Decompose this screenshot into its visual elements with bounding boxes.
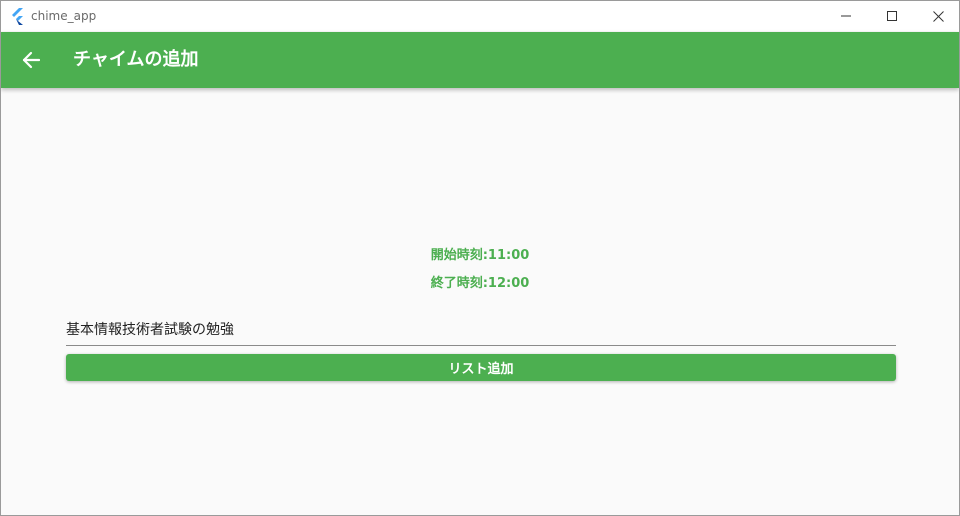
- maximize-button[interactable]: [869, 1, 915, 31]
- flutter-logo-icon: [12, 8, 23, 25]
- maximize-icon: [887, 11, 897, 21]
- window-titlebar: chime_app: [1, 1, 959, 31]
- app-bar: チャイムの追加: [1, 32, 959, 88]
- close-icon: [932, 10, 944, 22]
- chime-title-input[interactable]: [66, 309, 896, 346]
- arrow-back-icon: [22, 51, 40, 69]
- back-button[interactable]: [13, 42, 49, 78]
- minimize-icon: [841, 15, 851, 17]
- end-time-label[interactable]: 終了時刻:12:00: [1, 276, 959, 292]
- window-title: chime_app: [31, 9, 97, 23]
- add-to-list-button[interactable]: リスト追加: [66, 354, 896, 381]
- minimize-button[interactable]: [823, 1, 869, 31]
- start-time-label[interactable]: 開始時刻:11:00: [1, 248, 959, 264]
- close-button[interactable]: [915, 1, 959, 31]
- page-title: チャイムの追加: [73, 49, 199, 70]
- app-window: chime_app チャイムの追加 開始時刻:11:00 終了時刻:12:00 …: [0, 0, 960, 516]
